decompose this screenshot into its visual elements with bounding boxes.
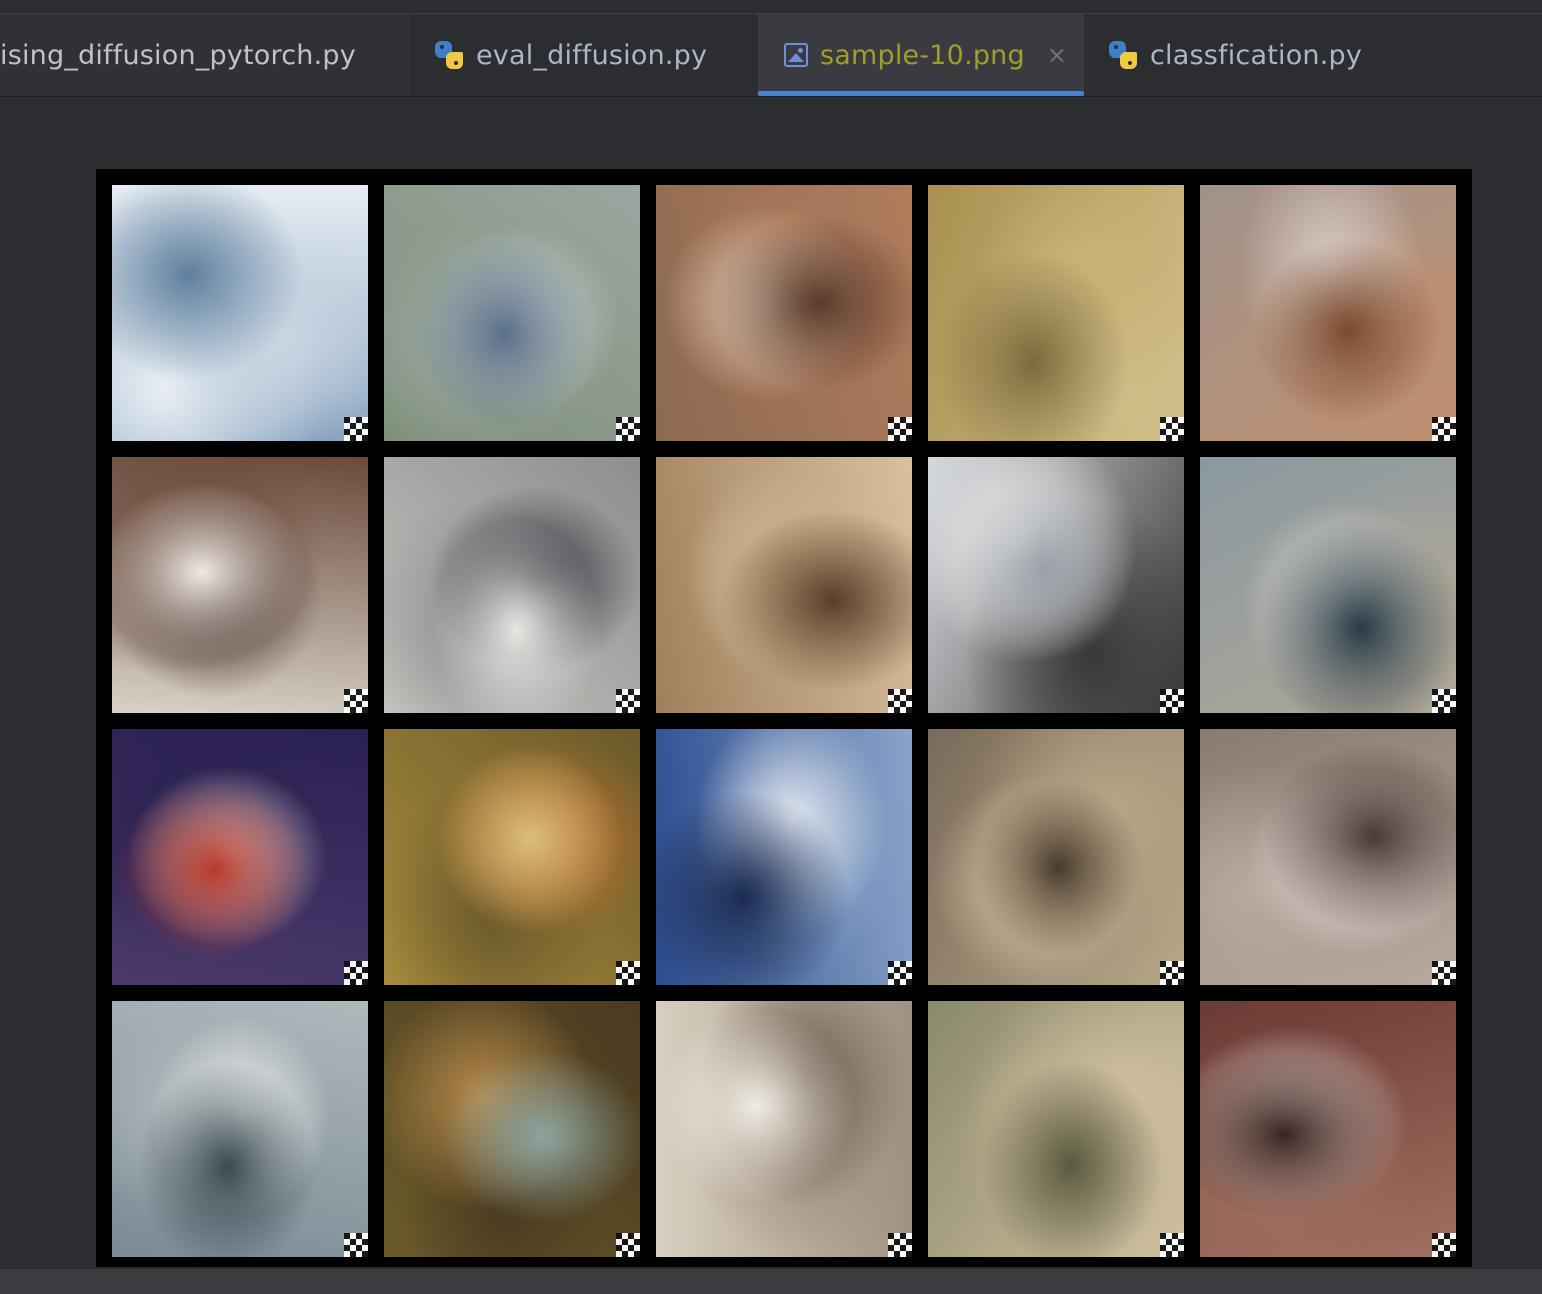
transparency-marker-icon: [344, 961, 368, 985]
tab-sample-10-png[interactable]: sample-10.png ×: [758, 14, 1084, 96]
transparency-marker-icon: [1432, 1233, 1456, 1257]
sample-tile: [112, 457, 368, 713]
sample-tile: [928, 729, 1184, 985]
sample-tile: [928, 1001, 1184, 1257]
tab-label: ising_diffusion_pytorch.py: [0, 39, 356, 71]
tab-label: classfication.py: [1150, 39, 1363, 71]
sample-tile: [1200, 457, 1456, 713]
viewer-bottom-bar: [0, 1269, 1542, 1294]
tab-eval-diffusion[interactable]: eval_diffusion.py: [410, 14, 758, 96]
sample-tile: [112, 185, 368, 441]
close-icon[interactable]: ×: [1047, 41, 1067, 69]
sample-tile: [656, 457, 912, 713]
transparency-marker-icon: [616, 1233, 640, 1257]
transparency-marker-icon: [616, 961, 640, 985]
sample-tile: [1200, 729, 1456, 985]
transparency-marker-icon: [616, 689, 640, 713]
sample-tile: [384, 1001, 640, 1257]
editor-tab-bar: ising_diffusion_pytorch.py eval_diffusio…: [0, 14, 1542, 97]
transparency-marker-icon: [888, 1233, 912, 1257]
transparency-marker-icon: [888, 689, 912, 713]
python-file-icon: [434, 40, 464, 70]
tab-classfication[interactable]: classfication.py: [1084, 14, 1542, 96]
transparency-marker-icon: [1160, 417, 1184, 441]
transparency-marker-icon: [1160, 689, 1184, 713]
transparency-marker-icon: [1432, 961, 1456, 985]
active-tab-indicator: [758, 91, 1084, 96]
tab-ising-diffusion-pytorch[interactable]: ising_diffusion_pytorch.py: [0, 14, 410, 96]
sample-tile: [656, 729, 912, 985]
sample-tile: [1200, 1001, 1456, 1257]
transparency-marker-icon: [616, 417, 640, 441]
sample-tile: [656, 1001, 912, 1257]
transparency-marker-icon: [888, 417, 912, 441]
transparency-marker-icon: [1160, 961, 1184, 985]
sample-tile: [928, 457, 1184, 713]
sample-tile: [1200, 185, 1456, 441]
python-file-icon: [1108, 40, 1138, 70]
sample-tile: [384, 185, 640, 441]
transparency-marker-icon: [344, 1233, 368, 1257]
sample-tile: [384, 457, 640, 713]
sample-tile: [112, 1001, 368, 1257]
transparency-marker-icon: [1432, 689, 1456, 713]
sample-tile: [656, 185, 912, 441]
image-file-icon: [784, 43, 808, 67]
sample-tile: [112, 729, 368, 985]
transparency-marker-icon: [344, 417, 368, 441]
sample-image: [96, 169, 1472, 1267]
sample-tile: [928, 185, 1184, 441]
transparency-marker-icon: [888, 961, 912, 985]
tab-label: eval_diffusion.py: [476, 39, 708, 71]
transparency-marker-icon: [344, 689, 368, 713]
transparency-marker-icon: [1432, 417, 1456, 441]
transparency-marker-icon: [1160, 1233, 1184, 1257]
sample-tile: [384, 729, 640, 985]
window-top-strip: [0, 0, 1542, 14]
tab-label: sample-10.png: [820, 39, 1025, 71]
